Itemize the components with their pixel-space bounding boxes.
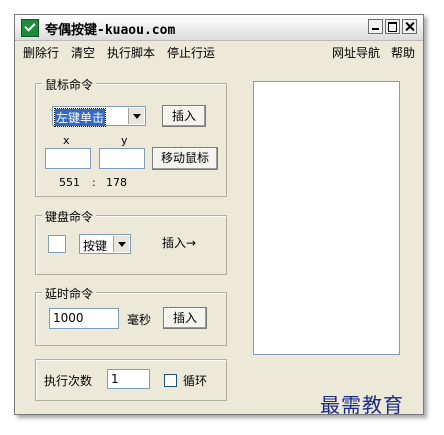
- x-input[interactable]: [45, 148, 91, 169]
- mouse-action-value: 左键单击: [53, 108, 107, 127]
- keyboard-group-label: 键盘命令: [42, 208, 97, 225]
- mouse-command-group: 鼠标命令 左键单击 插入 x y 移动鼠标 551 : 178: [35, 76, 227, 197]
- delay-group-label: 延时命令: [42, 285, 97, 302]
- script-list-panel[interactable]: [253, 81, 400, 355]
- exec-count-label: 执行次数: [44, 374, 93, 388]
- coord-y-readout: 178: [106, 176, 127, 189]
- exec-count-input[interactable]: 1: [107, 369, 150, 389]
- move-mouse-button[interactable]: 移动鼠标: [152, 147, 218, 170]
- menu-help[interactable]: 帮助: [391, 44, 415, 61]
- delay-command-group: 延时命令 1000 毫秒 插入: [35, 285, 227, 346]
- menu-delete-row[interactable]: 删除行: [23, 44, 59, 61]
- key-select-value: 按键: [83, 239, 108, 253]
- delay-unit: 毫秒: [127, 313, 152, 327]
- title-bar[interactable]: 夸偶按键-kuaou.com: [15, 15, 423, 41]
- maximize-button[interactable]: [385, 19, 400, 34]
- coord-x-readout: 551: [59, 176, 80, 189]
- chevron-down-icon[interactable]: [128, 108, 144, 124]
- menu-bar: 删除行 清空 执行脚本 停止行运 网址导航 帮助: [15, 41, 423, 61]
- app-icon: [21, 19, 39, 37]
- menu-stop-run[interactable]: 停止行运: [167, 44, 215, 61]
- key-select[interactable]: 按键: [79, 234, 131, 254]
- loop-label: 循环: [183, 374, 208, 388]
- window-title: 夸偶按键-kuaou.com: [45, 23, 176, 38]
- menu-clear[interactable]: 清空: [71, 44, 95, 61]
- keyboard-command-group: 键盘命令 按键 插入→: [35, 208, 227, 275]
- coord-separator: :: [92, 176, 96, 189]
- y-input[interactable]: [99, 148, 145, 169]
- chevron-down-icon[interactable]: [113, 236, 129, 252]
- exec-count-group: 执行次数 1 循环: [35, 359, 227, 401]
- loop-checkbox[interactable]: [164, 374, 177, 387]
- mouse-action-select[interactable]: 左键单击: [52, 106, 146, 127]
- watermark-text: 最需教育: [320, 393, 404, 417]
- key-capture-box[interactable]: [48, 235, 66, 253]
- menu-run-script[interactable]: 执行脚本: [107, 44, 155, 61]
- x-label: x: [63, 134, 70, 147]
- menu-site-nav[interactable]: 网址导航: [332, 44, 380, 61]
- delay-input[interactable]: 1000: [49, 308, 119, 329]
- delay-insert-button[interactable]: 插入: [163, 307, 207, 329]
- keyboard-insert-button[interactable]: 插入→: [150, 233, 208, 255]
- mouse-insert-button[interactable]: 插入: [162, 105, 206, 127]
- main-window: 夸偶按键-kuaou.com 删除行 清空 执行脚本 停止行运 网址导航 帮助 …: [14, 14, 424, 415]
- y-label: y: [121, 134, 128, 147]
- mouse-group-label: 鼠标命令: [42, 76, 97, 93]
- minimize-button[interactable]: [368, 19, 383, 34]
- close-button[interactable]: [402, 19, 417, 34]
